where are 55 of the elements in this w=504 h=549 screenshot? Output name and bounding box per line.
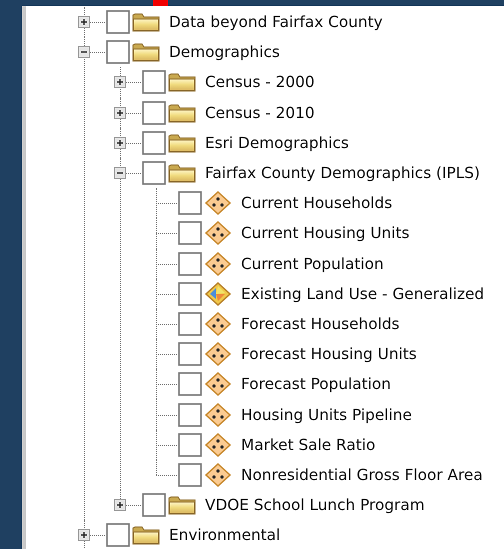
checkbox[interactable] [178,191,202,216]
checkbox[interactable] [142,130,166,155]
point-layer-icon [204,312,232,336]
checkbox[interactable] [178,282,202,306]
layer-label[interactable]: Esri Demographics [204,132,350,153]
layer-label[interactable]: Forecast Housing Units [240,344,418,364]
checkbox[interactable] [142,161,166,186]
point-layer-icon [204,432,232,457]
checkbox[interactable] [178,252,202,276]
polygon-layer-icon [204,282,232,306]
point-layer-icon [204,462,232,487]
collapse-icon[interactable] [78,46,90,58]
point-layer-icon [204,191,232,216]
point-layer-icon [204,342,232,366]
layer-label[interactable]: Nonresidential Gross Floor Area [240,464,484,485]
layer-label[interactable]: Current Households [240,193,394,214]
expand-icon[interactable] [114,106,126,119]
point-layer-icon [204,402,232,427]
checkbox[interactable] [178,402,202,427]
checkbox[interactable] [142,493,166,518]
expand-icon[interactable] [114,136,126,149]
checkbox[interactable] [106,523,130,548]
expand-icon[interactable] [114,499,126,512]
layer-label[interactable]: Fairfax County Demographics (IPLS) [204,163,481,184]
checkbox[interactable] [106,40,130,64]
checkbox[interactable] [142,70,166,94]
expand-icon[interactable] [78,529,90,542]
checkbox[interactable] [178,221,202,246]
checkbox[interactable] [142,100,166,125]
point-layer-icon [204,221,232,246]
point-layer-icon [204,372,232,396]
checkbox[interactable] [178,432,202,457]
checkbox[interactable] [178,462,202,487]
position-marker [153,0,168,6]
checkbox[interactable] [178,342,202,366]
layer-label[interactable]: Current Housing Units [240,223,410,244]
layer-label[interactable]: Housing Units Pipeline [240,404,413,425]
point-layer-icon [204,252,232,276]
layer-label[interactable]: Census - 2000 [204,72,316,92]
layer-label[interactable]: Forecast Households [240,314,401,334]
expand-icon[interactable] [114,76,126,88]
layer-label[interactable]: Data beyond Fairfax County [168,12,384,32]
layer-label[interactable]: VDOE School Lunch Program [204,495,426,516]
layer-label[interactable]: Forecast Population [240,374,392,394]
checkbox[interactable] [178,372,202,396]
layer-label[interactable]: Demographics [168,42,281,62]
checkbox[interactable] [106,10,130,34]
expand-icon[interactable] [78,16,90,28]
layer-label[interactable]: Existing Land Use - Generalized [240,284,486,304]
checkbox[interactable] [178,312,202,336]
layer-label[interactable]: Environmental [168,525,282,546]
layer-label[interactable]: Current Population [240,254,385,274]
layer-label[interactable]: Market Sale Ratio [240,434,376,455]
collapse-icon[interactable] [114,167,126,180]
layer-label[interactable]: Census - 2010 [204,102,316,123]
